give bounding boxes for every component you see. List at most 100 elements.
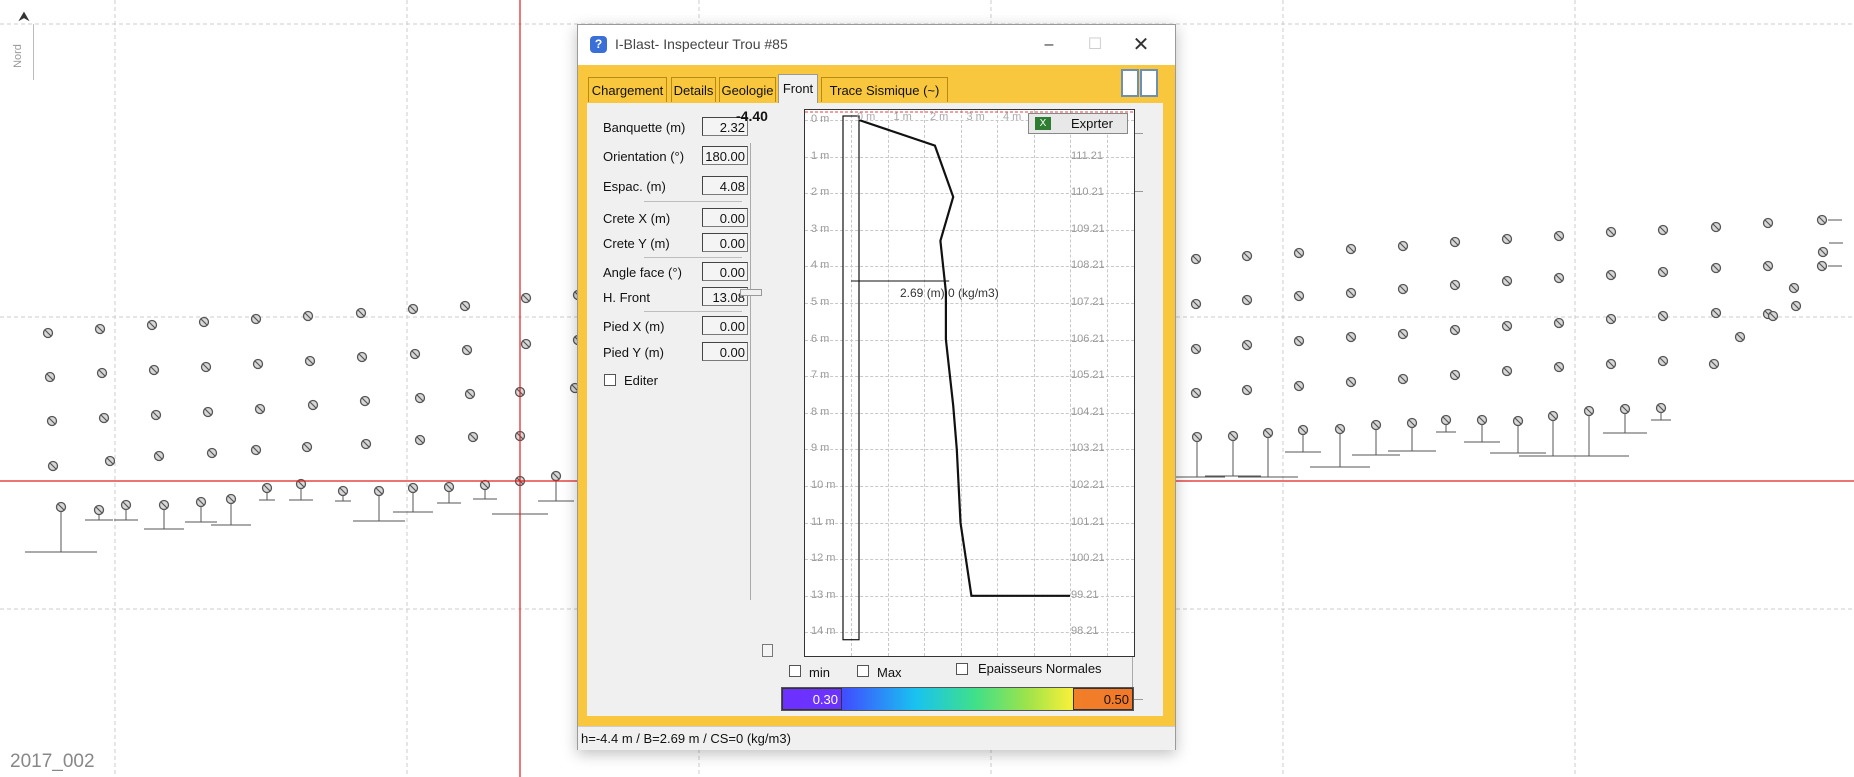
blast-hole[interactable] (1227, 430, 1239, 442)
blast-hole[interactable] (146, 319, 158, 331)
blast-hole[interactable] (1501, 365, 1513, 377)
blast-hole[interactable] (1657, 266, 1669, 278)
blast-hole[interactable] (47, 460, 59, 472)
editer-checkbox[interactable] (604, 374, 616, 386)
blast-hole[interactable] (1501, 320, 1513, 332)
blast-hole[interactable] (1788, 282, 1800, 294)
blast-hole[interactable] (302, 310, 314, 322)
blast-hole[interactable] (200, 361, 212, 373)
blast-hole[interactable] (1293, 335, 1305, 347)
front-profile-chart[interactable]: 0 m 1 m 2 m 3 m 4 m 5 m 6 m 7 m 8 m 9 m 10 m 11 m 12… (804, 109, 1135, 657)
tab-trace-sismique[interactable]: Trace Sismique (~) (821, 77, 948, 102)
minimize-button[interactable]: – (1026, 29, 1072, 61)
crete-x-field[interactable]: 0.00 (702, 208, 748, 227)
blast-hole[interactable] (1406, 417, 1418, 429)
blast-hole[interactable] (1334, 423, 1346, 435)
blast-hole[interactable] (1657, 310, 1669, 322)
pied-x-field[interactable]: 0.00 (702, 316, 748, 335)
scale-min-value[interactable]: 0.30 (782, 688, 842, 710)
blast-hole[interactable] (443, 481, 455, 493)
blast-hole[interactable] (1397, 328, 1409, 340)
blast-hole[interactable] (195, 496, 207, 508)
pied-y-field[interactable]: 0.00 (702, 342, 748, 361)
blast-hole[interactable] (1657, 355, 1669, 367)
blast-hole[interactable] (1553, 361, 1565, 373)
blast-hole[interactable] (1449, 369, 1461, 381)
blast-hole[interactable] (1605, 269, 1617, 281)
blast-hole[interactable] (104, 455, 116, 467)
blast-hole[interactable] (1370, 419, 1382, 431)
blast-hole[interactable] (1710, 307, 1722, 319)
scale-max-value[interactable]: 0.50 (1073, 688, 1133, 710)
blast-hole[interactable] (1553, 272, 1565, 284)
blast-hole[interactable] (407, 482, 419, 494)
blast-hole[interactable] (1816, 260, 1828, 272)
blast-hole[interactable] (1816, 214, 1828, 226)
slider-end-box[interactable] (762, 644, 773, 657)
blast-hole[interactable] (1345, 243, 1357, 255)
blast-hole[interactable] (337, 485, 349, 497)
color-scale-bar[interactable]: 0.30 0.50 (781, 687, 1134, 711)
blast-hole[interactable] (1293, 247, 1305, 259)
blast-hole[interactable] (304, 355, 316, 367)
blast-hole[interactable] (1655, 402, 1667, 414)
blast-hole[interactable] (407, 303, 419, 315)
blast-hole[interactable] (1501, 233, 1513, 245)
blast-hole[interactable] (479, 479, 491, 491)
blast-hole[interactable] (1790, 300, 1802, 312)
blast-hole[interactable] (550, 470, 562, 482)
split-right-button[interactable] (1140, 69, 1158, 97)
hole-inspector-window[interactable]: ? I-Blast- Inspecteur Trou #85 – ☐ ✕ Cha… (577, 24, 1176, 750)
blast-hole[interactable] (1440, 414, 1452, 426)
blast-hole[interactable] (1708, 358, 1720, 370)
blast-hole[interactable] (409, 348, 421, 360)
blast-hole[interactable] (1241, 384, 1253, 396)
tab-details[interactable]: Details (671, 77, 716, 102)
tab-geologie[interactable]: Geologie (719, 77, 776, 102)
blast-hole[interactable] (1605, 313, 1617, 325)
close-button[interactable]: ✕ (1118, 29, 1164, 61)
blast-hole[interactable] (1501, 275, 1513, 287)
blast-hole[interactable] (356, 351, 368, 363)
blast-hole[interactable] (1605, 358, 1617, 370)
blast-hole[interactable] (1345, 331, 1357, 343)
blast-hole[interactable] (1553, 317, 1565, 329)
blast-hole[interactable] (1262, 427, 1274, 439)
tab-chargement[interactable]: Chargement (588, 77, 667, 102)
angle-face-field[interactable]: 0.00 (702, 262, 748, 281)
blast-hole[interactable] (520, 338, 532, 350)
blast-hole[interactable] (1762, 260, 1774, 272)
blast-hole[interactable] (1190, 387, 1202, 399)
blast-hole[interactable] (1657, 224, 1669, 236)
blast-hole[interactable] (1583, 405, 1595, 417)
blast-hole[interactable] (44, 371, 56, 383)
blast-hole[interactable] (461, 344, 473, 356)
title-bar[interactable]: ? I-Blast- Inspecteur Trou #85 – ☐ ✕ (578, 25, 1175, 65)
blast-hole[interactable] (46, 415, 58, 427)
espac-field[interactable]: 4.08 (702, 176, 748, 195)
blast-hole[interactable] (1605, 226, 1617, 238)
blast-hole[interactable] (120, 499, 132, 511)
blast-hole[interactable] (1547, 410, 1559, 422)
blast-hole[interactable] (98, 412, 110, 424)
blast-hole[interactable] (1619, 403, 1631, 415)
epaisseurs-normales-checkbox[interactable] (956, 663, 968, 675)
blast-hole[interactable] (202, 406, 214, 418)
blast-hole[interactable] (1734, 331, 1746, 343)
export-button[interactable]: X Exprter (1028, 113, 1128, 134)
blast-hole[interactable] (1476, 414, 1488, 426)
blast-hole[interactable] (158, 499, 170, 511)
blast-hole[interactable] (1345, 376, 1357, 388)
blast-hole[interactable] (1762, 217, 1774, 229)
split-left-button[interactable] (1121, 69, 1139, 97)
min-checkbox[interactable] (789, 665, 801, 677)
blast-hole[interactable] (1449, 324, 1461, 336)
blast-hole[interactable] (254, 403, 266, 415)
blast-hole[interactable] (414, 392, 426, 404)
blast-hole[interactable] (464, 388, 476, 400)
blast-hole[interactable] (1449, 279, 1461, 291)
blast-hole[interactable] (1817, 246, 1829, 258)
blast-hole[interactable] (1191, 431, 1203, 443)
depth-slider-track[interactable] (750, 143, 751, 600)
max-checkbox[interactable] (857, 665, 869, 677)
